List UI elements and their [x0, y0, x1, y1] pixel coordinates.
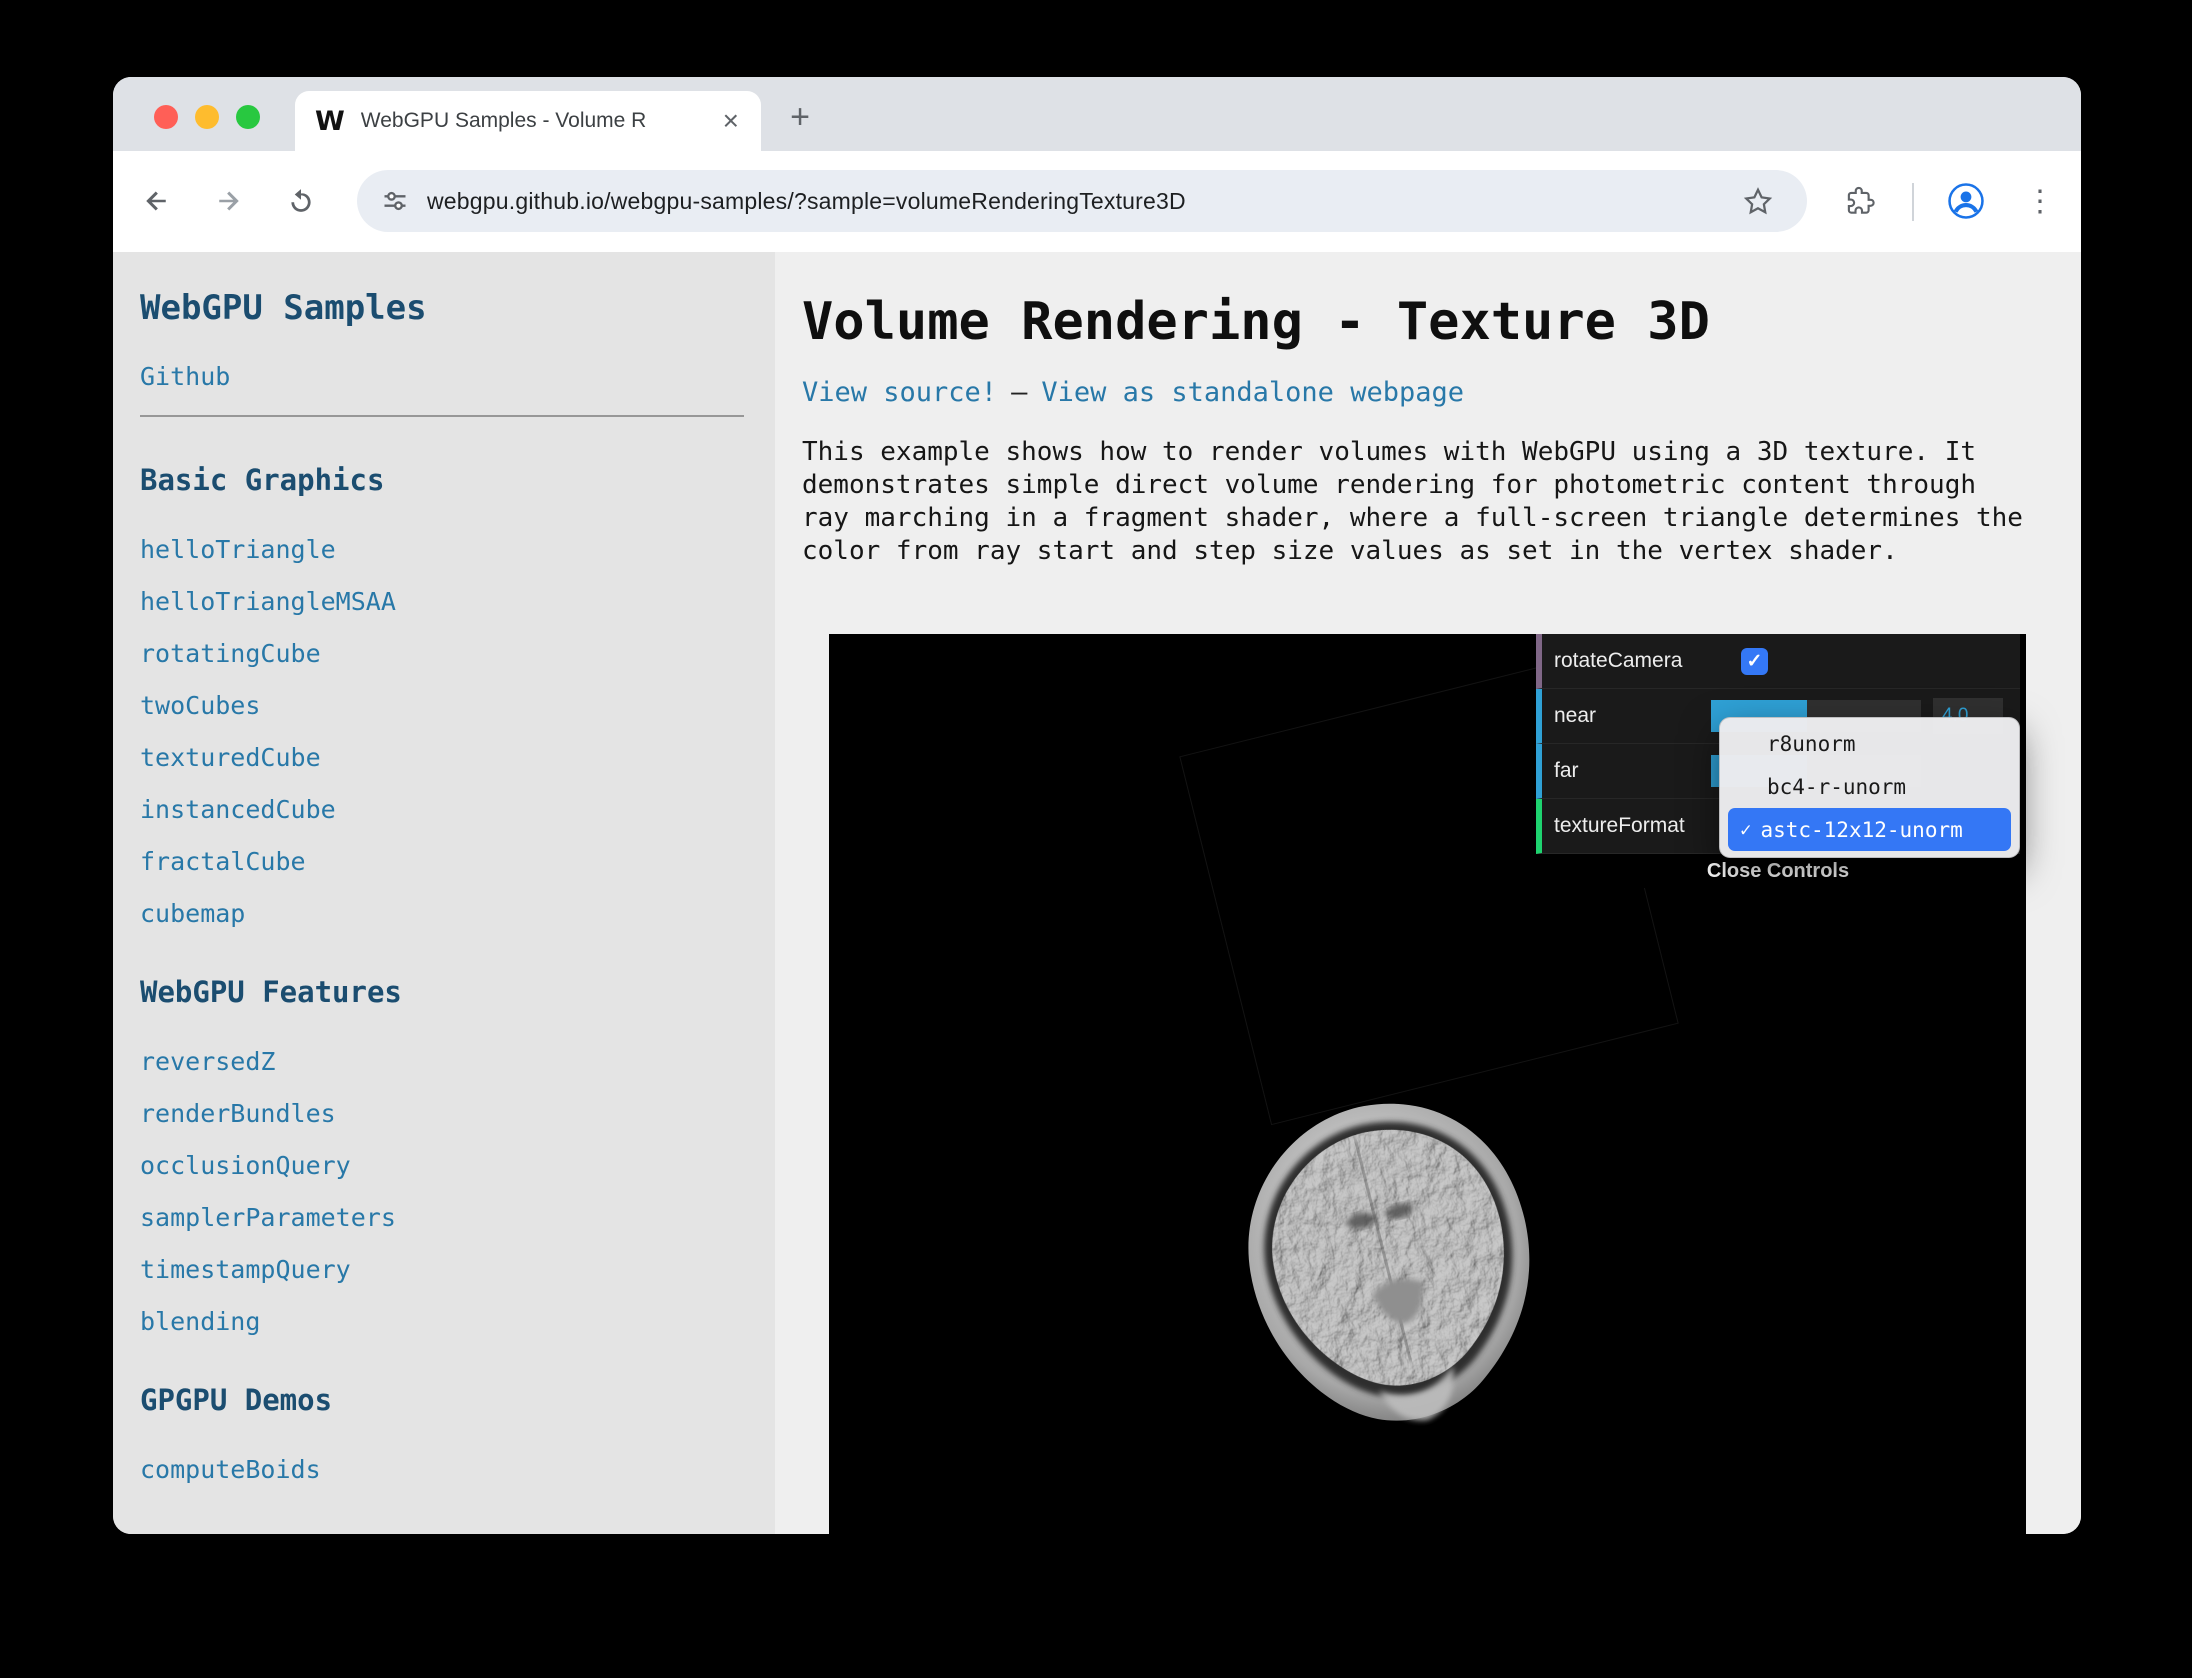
overflow-menu-icon: ⋮ — [2025, 184, 2055, 219]
new-tab-button[interactable]: + — [778, 95, 822, 139]
sidebar: WebGPU Samples Github Basic Graphics hel… — [113, 252, 775, 1534]
bookmark-button[interactable] — [1734, 177, 1782, 225]
close-controls-button[interactable]: Close Controls — [1536, 854, 2020, 888]
sidebar-item-reversedz[interactable]: reversedZ — [140, 1047, 745, 1077]
textureformat-dropdown: r8unorm bc4-r-unorm ✓ astc-12x12-unorm — [1719, 717, 2020, 858]
sidebar-item-blending[interactable]: blending — [140, 1307, 745, 1337]
dropdown-option-label: astc-12x12-unorm — [1760, 818, 1962, 842]
selected-check-icon: ✓ — [1740, 819, 1751, 841]
view-source-link[interactable]: View source! — [802, 377, 997, 408]
tab-close-icon[interactable]: × — [721, 107, 741, 135]
close-window-button[interactable] — [154, 105, 178, 129]
section-heading-basic-graphics: Basic Graphics — [140, 463, 745, 497]
browser-window: W WebGPU Samples - Volume R × + — [113, 77, 2081, 1534]
section-heading-webgpu-features: WebGPU Features — [140, 975, 745, 1009]
sidebar-divider — [140, 415, 744, 417]
main-content: Volume Rendering - Texture 3D View sourc… — [775, 252, 2081, 1534]
page-content: WebGPU Samples Github Basic Graphics hel… — [113, 252, 2081, 1534]
sidebar-item-rotatingcube[interactable]: rotatingCube — [140, 639, 745, 669]
browser-tab[interactable]: W WebGPU Samples - Volume R × — [295, 91, 761, 151]
site-settings-icon[interactable] — [381, 187, 409, 215]
url-text: webgpu.github.io/webgpu-samples/?sample=… — [427, 188, 1186, 215]
textureformat-label: textureFormat — [1554, 814, 1711, 838]
tab-strip: W WebGPU Samples - Volume R × + — [113, 77, 2081, 151]
near-label: near — [1554, 704, 1711, 728]
back-arrow-icon — [142, 186, 172, 216]
profile-button[interactable] — [1942, 177, 1990, 225]
github-link[interactable]: Github — [140, 362, 745, 391]
gui-row-rotatecamera: rotateCamera ✓ — [1536, 634, 2020, 689]
star-icon — [1743, 186, 1773, 216]
sidebar-item-hellotrianglemsaa[interactable]: helloTriangleMSAA — [140, 587, 745, 617]
standalone-link[interactable]: View as standalone webpage — [1041, 377, 1464, 408]
webgpu-canvas[interactable]: rotateCamera ✓ near 4.0 far textureForma… — [829, 634, 2026, 1534]
page-title: Volume Rendering - Texture 3D — [802, 292, 2081, 352]
dropdown-option-bc4-r-unorm[interactable]: bc4-r-unorm — [1728, 765, 2011, 808]
browser-toolbar: webgpu.github.io/webgpu-samples/?sample=… — [113, 151, 2081, 252]
window-controls — [154, 105, 260, 129]
sidebar-item-computeboids[interactable]: computeBoids — [140, 1455, 745, 1485]
rotatecamera-label: rotateCamera — [1554, 649, 1711, 673]
forward-button[interactable] — [204, 177, 252, 225]
dropdown-option-r8unorm[interactable]: r8unorm — [1728, 722, 2011, 765]
puzzle-icon — [1845, 186, 1875, 216]
site-favicon-icon: W — [315, 106, 345, 137]
tab-title: WebGPU Samples - Volume R — [361, 109, 721, 133]
mri-brain-render — [1183, 1064, 1603, 1484]
toolbar-divider — [1912, 183, 1914, 221]
sample-description: This example shows how to render volumes… — [802, 436, 2032, 568]
sidebar-item-occlusionquery[interactable]: occlusionQuery — [140, 1151, 745, 1181]
url-bar[interactable]: webgpu.github.io/webgpu-samples/?sample=… — [357, 170, 1807, 232]
sidebar-item-cubemap[interactable]: cubemap — [140, 899, 745, 929]
sidebar-item-texturedcube[interactable]: texturedCube — [140, 743, 745, 773]
sidebar-item-instancedcube[interactable]: instancedCube — [140, 795, 745, 825]
links-dash: — — [1011, 377, 1027, 408]
sidebar-item-samplerparameters[interactable]: samplerParameters — [140, 1203, 745, 1233]
avatar-icon — [1947, 182, 1985, 220]
sidebar-item-hellotriangle[interactable]: helloTriangle — [140, 535, 745, 565]
rotatecamera-checkbox[interactable]: ✓ — [1741, 648, 1768, 675]
section-heading-gpgpu-demos: GPGPU Demos — [140, 1383, 745, 1417]
minimize-window-button[interactable] — [195, 105, 219, 129]
browser-menu-button[interactable]: ⋮ — [2016, 177, 2064, 225]
zoom-window-button[interactable] — [236, 105, 260, 129]
sidebar-item-fractalcube[interactable]: fractalCube — [140, 847, 745, 877]
extensions-button[interactable] — [1836, 177, 1884, 225]
reload-button[interactable] — [277, 177, 325, 225]
sidebar-item-twocubes[interactable]: twoCubes — [140, 691, 745, 721]
forward-arrow-icon — [213, 186, 243, 216]
dropdown-option-astc-12x12-unorm[interactable]: ✓ astc-12x12-unorm — [1728, 808, 2011, 851]
sidebar-item-renderbundles[interactable]: renderBundles — [140, 1099, 745, 1129]
sidebar-item-timestampquery[interactable]: timestampQuery — [140, 1255, 745, 1285]
reload-icon — [286, 186, 316, 216]
source-links: View source! — View as standalone webpage — [802, 376, 2081, 410]
sidebar-title: WebGPU Samples — [140, 288, 745, 328]
far-label: far — [1554, 759, 1711, 783]
back-button[interactable] — [133, 177, 181, 225]
